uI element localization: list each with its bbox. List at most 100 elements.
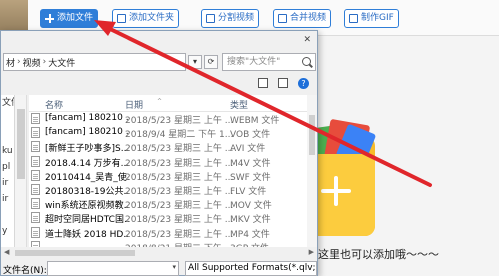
file-date: 2018/5/23 星期三 上午 ... [125,144,234,155]
file-date: 2018/9/4 星期二 下午 1... [125,130,234,141]
file-icon [31,212,40,224]
search-placeholder: 搜索"大文件" [227,57,281,67]
dropdown-icon[interactable]: ▾ [172,263,176,271]
view-mode-icon[interactable] [258,78,268,88]
column-header-name[interactable]: 名称 [45,98,63,111]
split-video-button[interactable]: 分割视频 [201,9,260,28]
add-file-button[interactable]: 添加文件 [40,9,99,28]
file-name: 道士降妖 2018 HD... [45,229,129,240]
file-icon [31,113,40,124]
nav-item[interactable] [1,127,14,143]
list-scrollbar[interactable] [307,95,317,247]
add-folder-button[interactable]: 添加文件夹 [112,9,180,28]
file-icon [31,155,40,167]
file-icon [31,141,40,153]
nav-item[interactable]: y [1,223,14,239]
breadcrumb-item[interactable]: 大文件 [48,56,75,69]
open-file-dialog: ✕ 材 › 视频 › 大文件 ▾ ⟳ 搜索"大文件" ? 文件夹 ku pl [0,30,318,276]
file-name: [新鲜王子吵事多]S... [45,144,129,155]
file-name: 2018.4.14 万步有... [45,158,129,169]
file-date: 2018/5/23 星期三 上午 ... [125,116,234,126]
file-type-select[interactable]: All Supported Formats(*.qlv; [185,261,317,276]
dialog-titlebar: ✕ [1,31,317,49]
scroll-right-icon[interactable]: ▶ [309,248,314,256]
file-date: 2018/8/21 星期二 下午 ... [125,241,233,247]
column-header-type[interactable]: 类型 [230,98,248,111]
file-type: 3GP 文件 [230,241,269,247]
file-type: MP4 文件 [230,229,270,240]
breadcrumb-separator-icon: › [17,57,21,67]
drop-hint-text: 这里也可以添加哦～～～ [318,248,439,261]
nav-item[interactable] [1,111,14,127]
scroll-left-icon[interactable]: ◀ [4,248,9,256]
file-type: SWF 文件 [230,172,271,183]
file-type: VOB 文件 [230,130,271,141]
file-date: 2018/5/23 星期三 上午 ... [125,172,234,183]
file-type: FLV 文件 [230,186,267,197]
nav-item[interactable]: ku [1,143,14,159]
search-icon [302,57,311,66]
file-name: win系统还原视频教... [45,201,129,212]
filename-input[interactable]: ▾ [47,261,179,276]
nav-item[interactable]: ir [1,191,14,207]
preview-pane-icon[interactable] [278,78,288,88]
file-name: 20110414_吴青_使... [45,172,129,183]
merge-video-label: 合并视频 [290,13,327,23]
file-type: AVI 文件 [230,144,266,155]
file-date: 2018/5/23 星期三 上午 ... [125,158,234,169]
file-row[interactable]: [新鲜王子吵事多]S... 2018/5/23 星期三 上午 ... AVI 文件 [29,140,317,154]
add-file-label: 添加文件 [57,13,94,23]
dropdown-icon[interactable]: ▾ [188,55,202,69]
file-icon [31,127,40,139]
help-icon[interactable]: ? [298,78,309,89]
file-date: 2018/5/23 星期三 上午 ... [125,229,234,240]
nav-item[interactable]: 文件夹 [1,95,14,111]
file-name: [fancam] 180210 ... [45,127,129,138]
file-row[interactable]: 2018/8/21 星期二 下午 ...3GP 文件 [29,240,317,247]
breadcrumb-item[interactable]: 视频 [23,56,41,69]
horizontal-scrollbar[interactable]: ◀ ▶ [1,248,317,257]
file-icon [31,240,40,247]
file-row[interactable]: [fancam] 180210 ... 2018/9/4 星期二 下午 1... V… [29,126,317,140]
plus-icon [321,176,351,206]
file-date: 2018/5/23 星期三 上午 ... [125,215,234,226]
file-list[interactable]: 名称 ^ 日期 类型 [fancam] 180210 ... 2018/5/23 … [29,95,317,247]
column-header-date[interactable]: 日期 [125,98,143,111]
file-name: [fancam] 180210 ... [45,113,129,123]
nav-item[interactable]: ir [1,175,14,191]
file-row[interactable]: [fancam] 180210 ... 2018/5/23 星期三 上午 ... W… [29,112,317,126]
split-icon [206,14,215,23]
nav-item[interactable]: pl [1,159,14,175]
merge-video-button[interactable]: 合并视频 [273,9,332,28]
address-bar[interactable]: 材 › 视频 › 大文件 [3,53,186,71]
file-row[interactable]: 2018.4.14 万步有... 2018/5/23 星期三 上午 ... M4V … [29,155,317,169]
file-rows: [fancam] 180210 ... 2018/5/23 星期三 上午 ... W… [29,112,317,247]
make-gif-button[interactable]: 制作GIF [344,9,399,28]
filename-row: 文件名(N): ▾ All Supported Formats(*.qlv; [1,261,317,276]
merge-icon [278,14,287,23]
split-video-label: 分割视频 [218,13,255,23]
search-input[interactable]: 搜索"大文件" [222,53,316,71]
file-row[interactable]: 20110414_吴青_使... 2018/5/23 星期三 上午 ... SWF … [29,169,317,183]
file-icon [31,226,40,238]
file-icon [31,198,40,210]
file-date: 2018/5/23 星期三 上午 ... [125,186,234,197]
file-date: 2018/5/23 星期三 上午 ... [125,201,234,212]
file-row[interactable]: 超时空同居HDTC国... 2018/5/23 星期三 上午 ... MKV 文件 [29,211,317,225]
file-row[interactable]: 道士降妖 2018 HD... 2018/5/23 星期三 上午 ... MP4 文… [29,226,317,240]
folder-icon [117,14,126,23]
refresh-icon[interactable]: ⟳ [204,55,218,69]
close-icon[interactable]: ✕ [303,35,311,45]
file-row[interactable]: 20180318-19公共... 2018/5/23 星期三 上午 ... FLV … [29,183,317,197]
file-icon [31,169,40,181]
breadcrumb-item[interactable]: 材 [6,56,15,69]
plus-icon [45,14,54,23]
nav-item[interactable] [1,207,14,223]
file-row[interactable]: win系统还原视频教... 2018/5/23 星期三 上午 ... MOV 文件 [29,197,317,211]
file-type: MKV 文件 [230,215,271,226]
nav-scrollbar[interactable] [15,95,27,247]
file-type: M4V 文件 [230,158,271,169]
file-name: 20180318-19公共... [45,186,129,197]
navigation-pane[interactable]: 文件夹 ku pl ir ir y [1,95,15,247]
file-type: MOV 文件 [230,201,272,212]
